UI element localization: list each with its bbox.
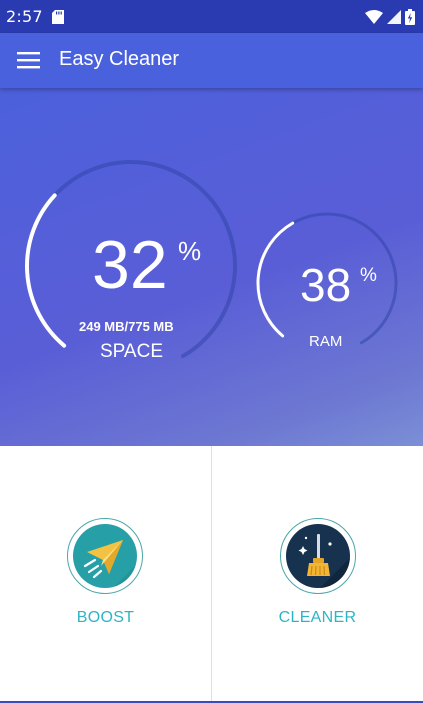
app-bar: Easy Cleaner [0,33,423,88]
sd-card-icon [52,10,64,24]
ram-gauge-progress [256,221,295,338]
broom-icon [298,534,350,588]
storage-overview: 32 % 249 MB/775 MB SPACE 38 % RAM [0,88,423,446]
space-percent-sign: % [178,236,202,266]
actions-panel: BOOST CLEANER [0,446,423,703]
cell-signal-icon [387,10,401,24]
ram-percent-value: 38 [300,259,352,311]
ram-label: RAM [309,333,343,350]
battery-icon [405,9,415,25]
space-label: SPACE [100,341,164,362]
space-usage-detail: 249 MB/775 MB [79,319,174,334]
cleaner-label: CLEANER [278,609,357,626]
app-title: Easy Cleaner [59,48,180,70]
cleaner-badge [280,518,356,594]
space-gauge-progress [25,193,67,348]
boost-label: BOOST [76,609,135,626]
boost-badge [67,518,143,594]
space-percent-value: 32 [92,227,168,303]
status-time: 2:57 [6,7,43,26]
status-bar: 2:57 [0,0,423,33]
hamburger-menu-icon[interactable] [17,51,40,69]
cleaner-button[interactable]: CLEANER [212,446,423,703]
wifi-icon [365,10,383,24]
paper-plane-icon [83,540,137,588]
boost-button[interactable]: BOOST [0,446,211,703]
ram-percent-sign: % [360,265,377,286]
